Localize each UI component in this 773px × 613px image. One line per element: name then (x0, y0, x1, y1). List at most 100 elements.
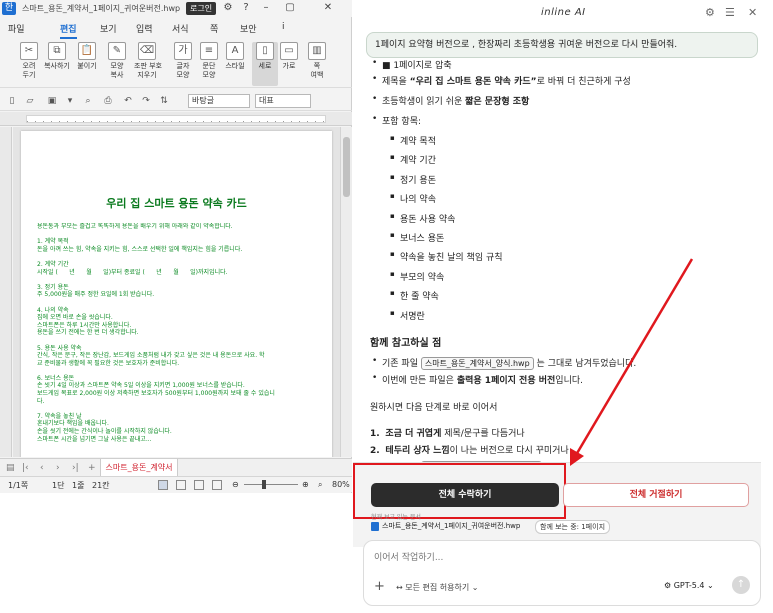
ribbon-icon-8: ▯ (256, 42, 274, 60)
send-button[interactable]: ↑ (732, 576, 750, 594)
response-line-cut: ■ 1페이지로 압축 (372, 58, 452, 71)
status-section: 1단 (52, 481, 65, 490)
user-message: 1페이지 요약형 버전으로 , 한장짜리 초등학생용 귀여운 버전으로 다시 만… (366, 32, 758, 58)
settings-icon[interactable]: ⚙ (705, 6, 715, 19)
split-view-icon[interactable] (194, 480, 204, 490)
response-item: 부모의 약속 (390, 270, 444, 283)
menu-1[interactable]: 편집 (60, 22, 77, 39)
zoom-out-icon[interactable]: ⊖ (232, 480, 239, 489)
page-view-icon[interactable] (176, 480, 186, 490)
font-select[interactable]: 대표 (255, 94, 311, 108)
web-view-icon[interactable] (212, 480, 222, 490)
document-title: 스마트_용돈_계약서_1페이지_귀여운버전.hwp - (22, 4, 182, 13)
ribbon-button-10[interactable]: ▥ 쪽 여백 (304, 42, 330, 86)
normal-view-icon[interactable] (158, 480, 168, 490)
redo-icon[interactable]: ↷ (140, 95, 152, 107)
help-icon[interactable]: ? (240, 2, 252, 14)
login-button[interactable]: 로그인 (186, 2, 217, 15)
new-doc-icon[interactable]: ▯ (6, 95, 18, 107)
menu-4[interactable]: 서식 (172, 22, 189, 35)
response-item: 용돈 사용 약속 (390, 212, 455, 225)
gear-icon[interactable]: ⚙ (222, 2, 234, 14)
menu-0[interactable]: 파일 (8, 22, 25, 35)
add-tab-icon[interactable]: + (88, 463, 96, 473)
chat-composer: + ↔ 모든 편집 허용하기 ⌄ ⚙ GPT-5.4 ⌄ ↑ (363, 540, 761, 606)
menu-7[interactable]: i (282, 22, 285, 32)
hwp-file-icon (371, 521, 379, 531)
maximize-icon[interactable]: ▢ (284, 2, 296, 14)
ribbon-button-6[interactable]: ≡ 문단 모양 (196, 42, 222, 86)
horizontal-ruler (0, 112, 352, 126)
response-item: 정기 용돈 (390, 173, 436, 186)
ribbon-button-8[interactable]: ▯ 세로 (252, 42, 278, 86)
document-tab-bar: ▤ |‹ ‹ › ›| + 스마트_용돈_계약서 (0, 458, 352, 477)
ribbon-label-1: 복사하기 (44, 62, 70, 70)
hwp-app-icon: 한 (2, 2, 16, 15)
review-actions-card: 전체 수락하기 전체 거절하기 현재 보고 있는 문서 스마트_용돈_계약서_1… (353, 462, 761, 547)
response-item: 계약 기간 (390, 153, 436, 166)
attach-plus-icon[interactable]: + (374, 579, 385, 594)
vertical-scrollbar[interactable] (340, 127, 352, 457)
ribbon-button-1[interactable]: ⧉ 복사하기 (44, 42, 70, 86)
style-select[interactable]: 바탕글 (188, 94, 250, 108)
last-tab-icon[interactable]: ›| (72, 463, 79, 473)
ribbon-label-8: 세로 (258, 62, 272, 70)
hwp-window: 한 스마트_용돈_계약서_1페이지_귀여운버전.hwp - 로그인 ⚙ ? – … (0, 0, 352, 613)
ribbon-button-0[interactable]: ✂ 오려 두기 (16, 42, 42, 86)
ribbon-label-0: 오려 두기 (22, 62, 36, 79)
ribbon-label-5: 글자 모양 (176, 62, 190, 79)
zoom-level[interactable]: 80% (332, 480, 350, 489)
save-dropdown-icon[interactable]: ▾ (64, 95, 76, 107)
ribbon-button-4[interactable]: ⌫ 조판 부호 지우기 (134, 42, 162, 86)
ai-brand-logo: inline AI (541, 7, 586, 18)
zoom-slider[interactable] (244, 484, 298, 485)
ribbon-button-2[interactable]: 📋 붙이기 (74, 42, 100, 86)
response-item: 한 줄 약속 (390, 289, 439, 302)
context-file-chip[interactable]: 스마트_용돈_계약서_1페이지_귀여운버전.hwp (371, 521, 520, 531)
composer-input[interactable] (374, 551, 744, 565)
close-icon[interactable]: ✕ (322, 2, 334, 14)
open-folder-icon[interactable]: ▱ (24, 95, 36, 107)
zoom-in-icon[interactable]: ⊕ (302, 480, 309, 489)
close-panel-icon[interactable]: ✕ (748, 6, 757, 19)
ribbon-label-6: 문단 모양 (202, 62, 216, 79)
edit-mode-select[interactable]: ↔ 모든 편집 허용하기 ⌄ (396, 582, 478, 593)
page-context-chip[interactable]: 함께 보는 중: 1페이지 (535, 520, 611, 534)
print-preview-icon[interactable]: ⌕ (82, 95, 94, 107)
tab-list-icon[interactable]: ▤ (6, 463, 15, 473)
model-select[interactable]: ⚙ GPT-5.4 ⌄ (664, 581, 714, 590)
status-bar: 1/1쪽 1단 1줄 21칸 ⊖ ⊕ ⌕ 80% (0, 476, 352, 492)
first-tab-icon[interactable]: |‹ (22, 463, 29, 473)
menu-2[interactable]: 보기 (100, 22, 117, 35)
fit-icon[interactable]: ⌕ (318, 480, 322, 490)
menu-5[interactable]: 쪽 (210, 22, 218, 35)
undo-icon[interactable]: ↶ (122, 95, 134, 107)
menu-6[interactable]: 보안 (240, 22, 257, 35)
ribbon-button-5[interactable]: 가 글자 모양 (170, 42, 196, 86)
desktop-area (0, 493, 352, 613)
ribbon-icon-0: ✂ (20, 42, 38, 60)
document-tab[interactable]: 스마트_용돈_계약서 (100, 459, 178, 477)
save-icon[interactable]: ▣ (46, 95, 58, 107)
ribbon-button-9[interactable]: ▭ 가로 (276, 42, 302, 86)
sort-icon[interactable]: ⇅ (158, 95, 170, 107)
accept-all-button[interactable]: 전체 수락하기 (371, 483, 559, 507)
doc-heading: 우리 집 스마트 용돈 약속 카드 (106, 197, 247, 210)
ribbon-button-3[interactable]: ✎ 모양 복사 (104, 42, 130, 86)
document-page[interactable]: 우리 집 스마트 용돈 약속 카드 용돈통과 부모는 즐겁고 똑똑하게 용돈을 … (21, 131, 332, 457)
reject-all-button[interactable]: 전체 거절하기 (563, 483, 749, 507)
ribbon-icon-1: ⧉ (48, 42, 66, 60)
step-1: 1. 조금 더 귀엽게 제목/문구를 다듬거나 (370, 429, 525, 439)
print-icon[interactable]: ⎙ (102, 95, 114, 107)
document-canvas[interactable]: 우리 집 스마트 용돈 약속 카드 용돈통과 부모는 즐겁고 똑똑하게 용돈을 … (13, 127, 340, 457)
ribbon-button-7[interactable]: A 스타일 (222, 42, 248, 86)
zoom-slider-handle[interactable] (262, 480, 266, 489)
response-item: 나의 약속 (390, 192, 436, 205)
menu-3[interactable]: 입력 (136, 22, 153, 35)
prev-tab-icon[interactable]: ‹ (40, 463, 44, 473)
scroll-thumb[interactable] (343, 137, 350, 197)
step-2: 2. 테두리 상자 느낌이 나는 버전으로 다시 꾸미거나 (370, 446, 569, 456)
next-tab-icon[interactable]: › (56, 463, 60, 473)
history-icon[interactable]: ☰ (725, 6, 735, 19)
minimize-icon[interactable]: – (260, 2, 272, 14)
